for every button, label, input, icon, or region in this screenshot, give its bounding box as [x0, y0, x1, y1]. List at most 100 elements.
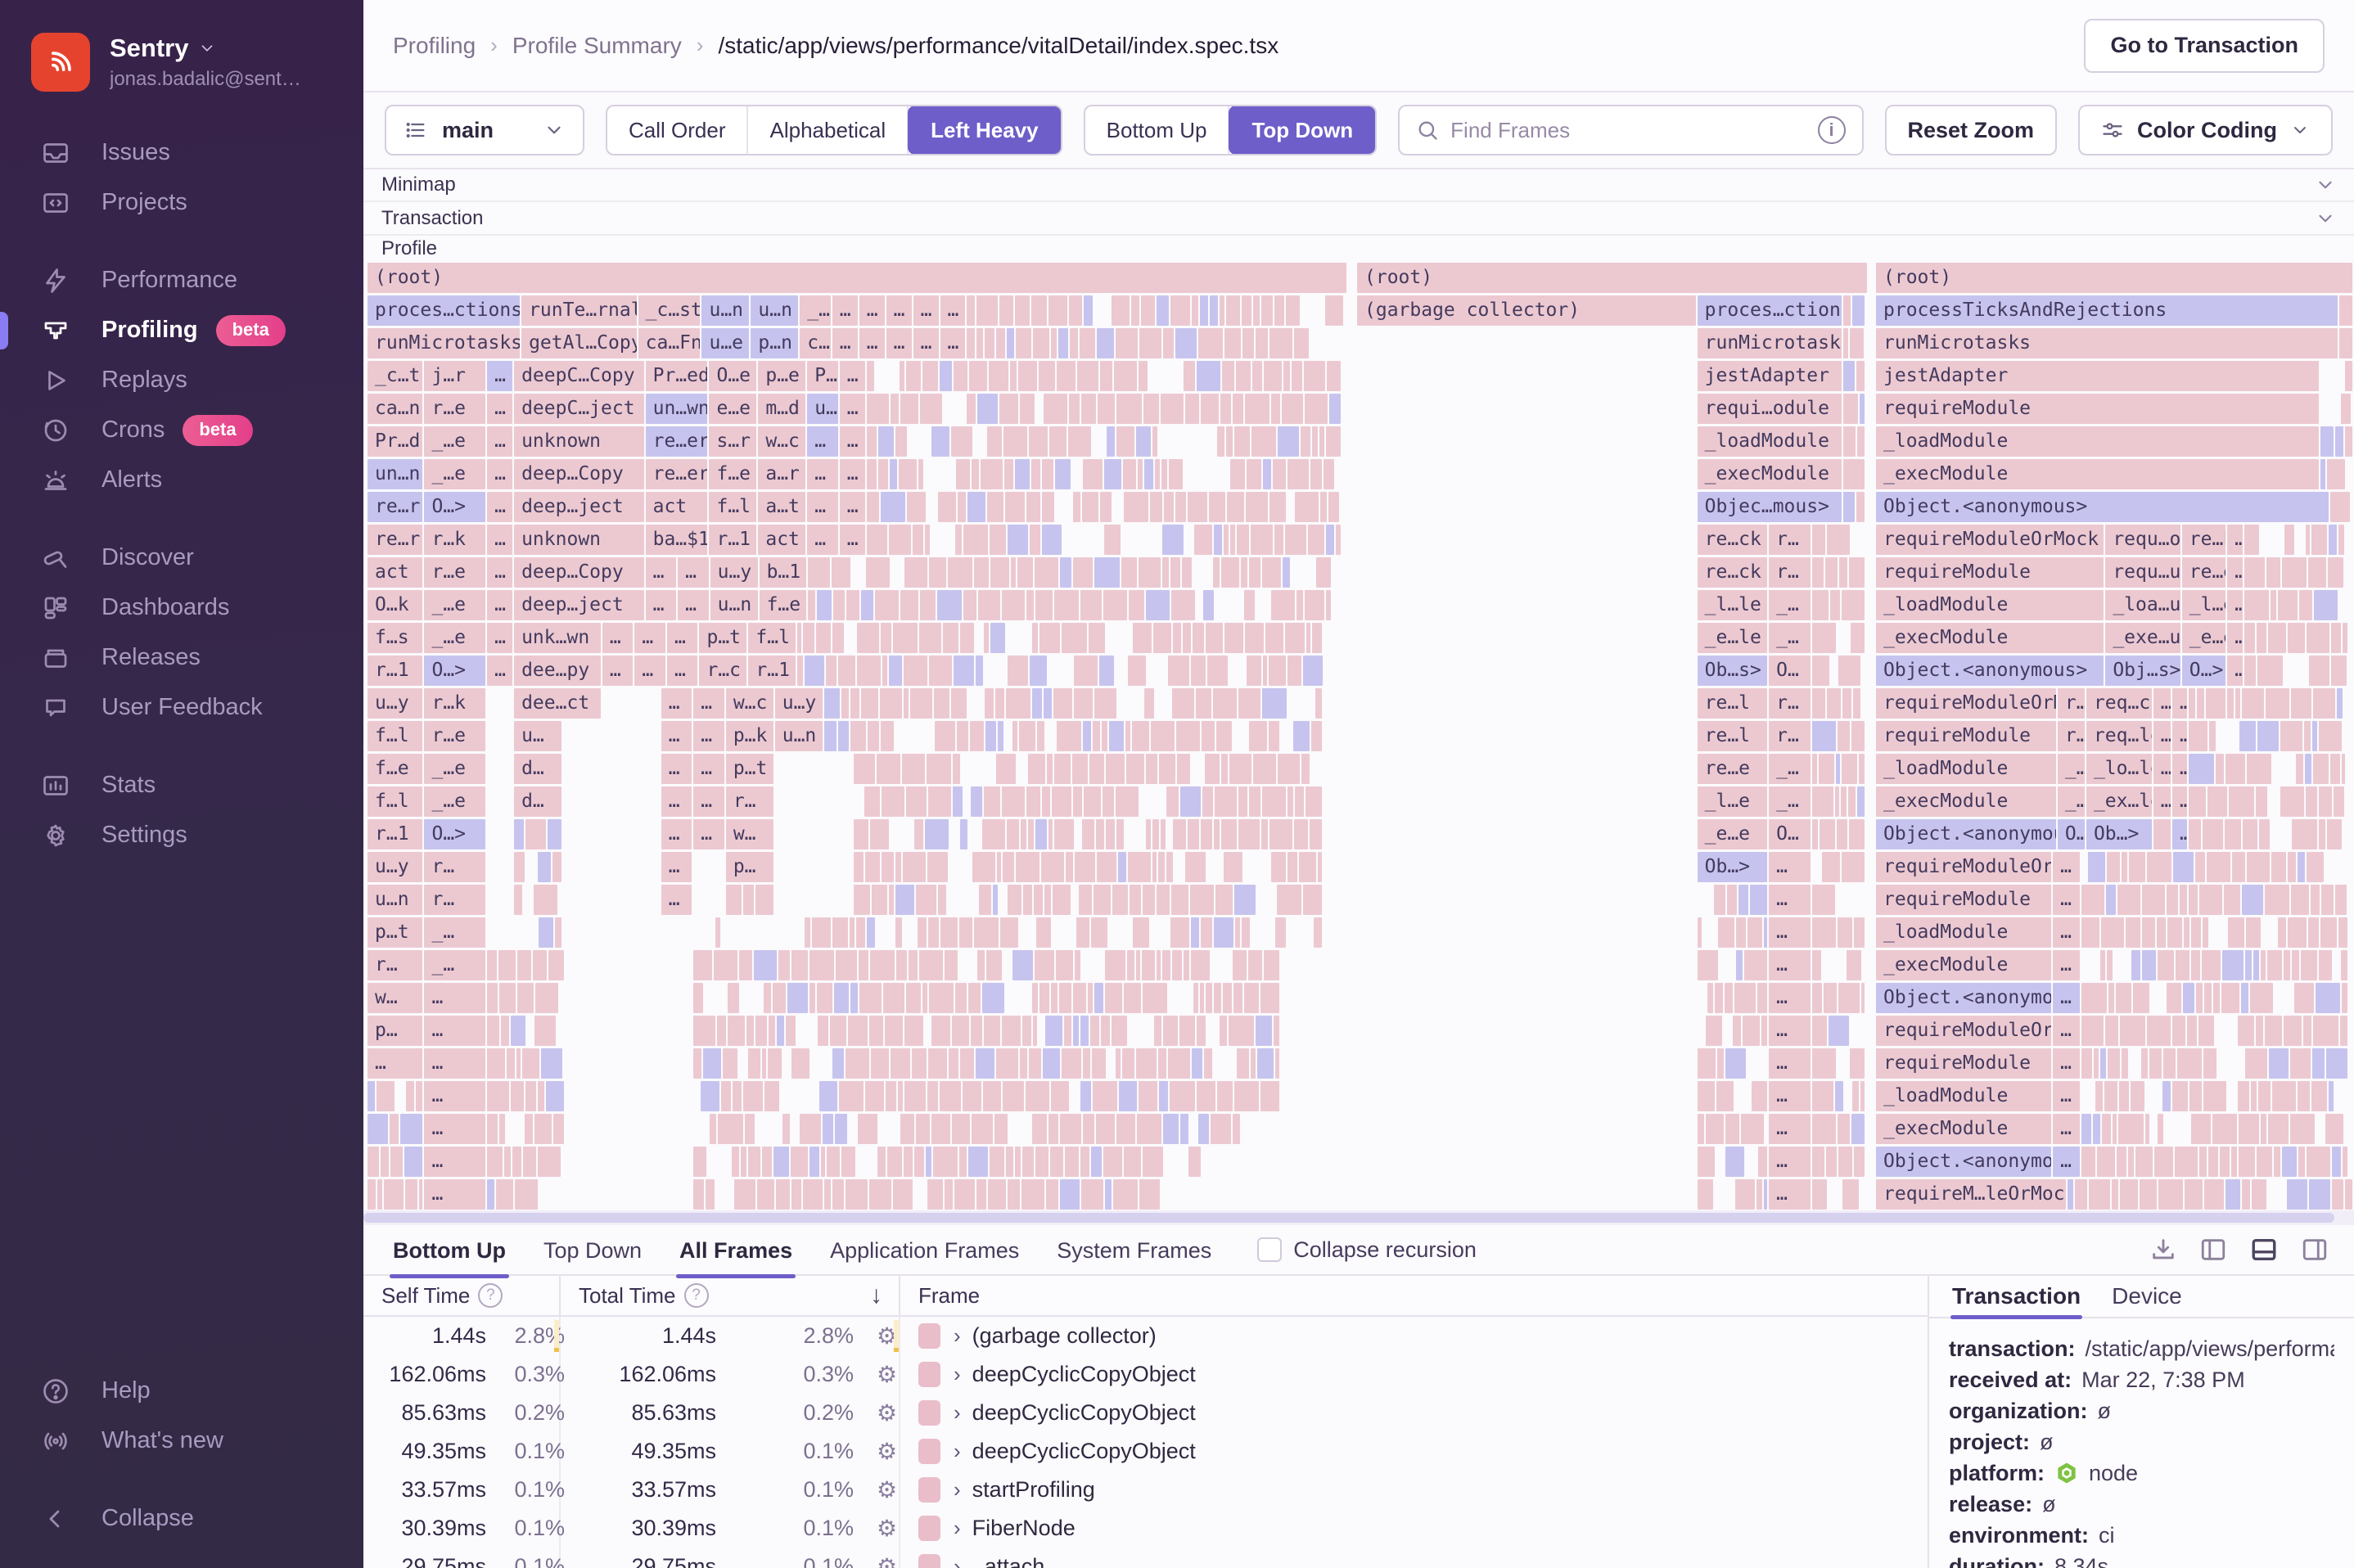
flame-frame-small[interactable] [2312, 1048, 2325, 1079]
flame-frame-small[interactable] [419, 1179, 423, 1210]
flame-frame[interactable]: … [661, 688, 692, 719]
tab-all-frames[interactable]: All Frames [671, 1227, 800, 1273]
flame-frame-small[interactable] [800, 1114, 822, 1144]
flame-frame[interactable]: u…e [701, 328, 749, 358]
flame-frame-small[interactable] [1091, 917, 1107, 948]
flame-frame-small[interactable] [703, 1048, 721, 1079]
flame-frame[interactable]: deep…Copy [514, 459, 644, 489]
flame-frame-small[interactable] [2116, 983, 2131, 1013]
flame-frame[interactable]: … [2227, 557, 2242, 588]
flame-frame-small[interactable] [1256, 328, 1268, 358]
flame-frame[interactable]: _e…e [1698, 819, 1768, 849]
flame-frame-small[interactable] [955, 983, 967, 1013]
flame-frame-small[interactable] [2287, 1179, 2307, 1210]
flame-frame-small[interactable] [1114, 361, 1137, 391]
flame-frame-small[interactable] [1200, 983, 1204, 1013]
flame-frame-small[interactable] [1310, 459, 1322, 489]
flame-frame-small[interactable] [487, 983, 497, 1013]
flame-frame-small[interactable] [1220, 295, 1224, 326]
flame-frame-small[interactable] [854, 885, 870, 915]
flame-frame-small[interactable] [2093, 1114, 2100, 1144]
flame-frame-small[interactable] [1247, 656, 1261, 686]
flame-frame[interactable]: … [2172, 819, 2187, 849]
flame-frame-small[interactable] [777, 1016, 784, 1046]
flame-frame-small[interactable] [999, 394, 1018, 424]
flame-frame[interactable]: r… [2058, 688, 2085, 719]
flame-frame[interactable]: r…1 [368, 819, 422, 849]
flame-frame-small[interactable] [2305, 754, 2311, 784]
flame-frame[interactable]: _… [1769, 754, 1811, 784]
flame-frame[interactable]: … [913, 328, 939, 358]
flame-frame-small[interactable] [2284, 525, 2294, 555]
flame-frame[interactable]: r…k [424, 525, 485, 555]
flame-frame-small[interactable] [1002, 786, 1025, 817]
flame-frame-small[interactable] [858, 1114, 877, 1144]
flame-frame-small[interactable] [1081, 394, 1096, 424]
flame-frame-small[interactable] [864, 786, 880, 817]
flame-frame[interactable]: p… [726, 852, 773, 882]
flame-frame[interactable]: ca…Fn [638, 328, 701, 358]
flame-frame-small[interactable] [1207, 656, 1228, 686]
flame-frame[interactable]: unknown [514, 525, 644, 555]
flame-frame-small[interactable] [1843, 394, 1858, 424]
flame-frame-small[interactable] [987, 426, 1002, 457]
flame-frame-small[interactable] [982, 983, 1003, 1013]
flame-frame-small[interactable] [2189, 721, 2207, 751]
flame-frame-small[interactable] [1182, 557, 1192, 588]
flame-frame-small[interactable] [900, 394, 918, 424]
flame-frame-small[interactable] [1213, 688, 1237, 719]
flame-frame-small[interactable] [920, 394, 942, 424]
flame-frame-small[interactable] [838, 656, 855, 686]
flame-frame-small[interactable] [2307, 852, 2323, 882]
flame-frame-small[interactable] [2311, 525, 2327, 555]
tab-system-frames[interactable]: System Frames [1048, 1227, 1220, 1273]
flame-frame-small[interactable] [985, 721, 996, 751]
flame-frame-small[interactable] [1201, 917, 1212, 948]
flame-frame-small[interactable] [977, 950, 984, 980]
flame-frame-small[interactable] [1129, 590, 1144, 620]
flame-frame-small[interactable] [384, 1179, 404, 1210]
flame-frame-small[interactable] [1002, 1016, 1021, 1046]
flame-frame-small[interactable] [1016, 328, 1031, 358]
flame-frame-small[interactable] [1306, 786, 1322, 817]
flame-frame-small[interactable] [1226, 295, 1239, 326]
flame-frame-small[interactable] [1756, 1179, 1762, 1210]
flame-frame[interactable]: … [840, 394, 865, 424]
go-to-transaction-button[interactable]: Go to Transaction [2084, 19, 2325, 73]
flame-frame-small[interactable] [2154, 1147, 2174, 1177]
flame-frame-small[interactable] [1138, 459, 1143, 489]
flame-frame-small[interactable] [1706, 1016, 1722, 1046]
flame-frame-small[interactable] [1133, 623, 1152, 653]
flame-frame-small[interactable] [2335, 885, 2347, 915]
flame-frame-small[interactable] [1127, 950, 1134, 980]
flame-frame-small[interactable] [984, 623, 989, 653]
flame-frame-small[interactable] [1146, 754, 1157, 784]
flame-frame-small[interactable] [368, 1114, 388, 1144]
flame-frame-small[interactable] [990, 525, 1007, 555]
flame-frame-small[interactable] [1193, 983, 1198, 1013]
flame-frame[interactable]: runMicrotasks [1876, 328, 2338, 358]
flame-frame-small[interactable] [1176, 721, 1200, 751]
flame-frame-small[interactable] [1203, 590, 1214, 620]
flame-frame-small[interactable] [1122, 1048, 1134, 1079]
flame-frame-small[interactable] [2147, 1016, 2171, 1046]
flame-frame-small[interactable] [693, 983, 703, 1013]
flame-frame-small[interactable] [1116, 1048, 1121, 1079]
flame-frame[interactable]: … [424, 1081, 485, 1111]
flame-frame-small[interactable] [1822, 852, 1840, 882]
flame-frame-small[interactable] [918, 917, 927, 948]
flame-frame-small[interactable] [1725, 983, 1733, 1013]
flame-frame-small[interactable] [487, 950, 497, 980]
flame-frame-small[interactable] [1842, 688, 1851, 719]
flame-frame-small[interactable] [1198, 328, 1223, 358]
flame-frame-small[interactable] [1812, 1147, 1824, 1177]
flame-frame[interactable]: _… [2058, 786, 2085, 817]
flame-frame-small[interactable] [1005, 492, 1025, 522]
flame-frame-small[interactable] [922, 983, 928, 1013]
flame-frame-small[interactable] [1233, 950, 1247, 980]
flame-frame-small[interactable] [2253, 950, 2259, 980]
flame-frame-small[interactable] [818, 1016, 828, 1046]
flame-frame[interactable]: w…c [726, 688, 773, 719]
flame-frame-small[interactable] [1175, 328, 1196, 358]
flame-frame-small[interactable] [1028, 754, 1045, 784]
